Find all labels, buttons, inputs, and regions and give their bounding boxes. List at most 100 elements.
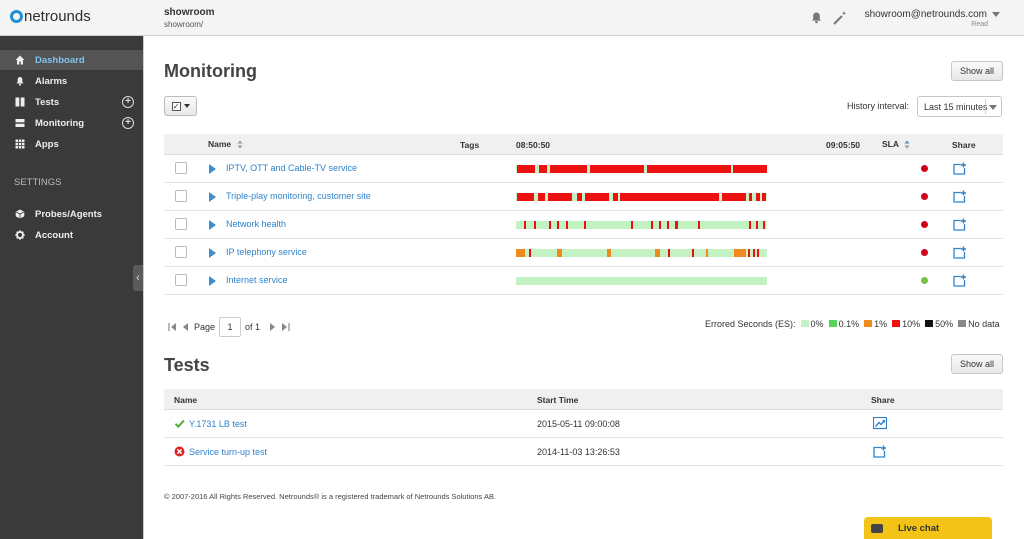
timeline-segment (517, 193, 535, 201)
tests-table-header: Name Start Time Share (164, 389, 1003, 410)
sidebar-item-apps[interactable]: Apps (0, 134, 143, 154)
sidebar-collapse-chevron-left-icon[interactable]: ‹ (133, 265, 143, 291)
live-chat-button[interactable]: Live chat (864, 517, 992, 539)
timeline-segment (526, 221, 535, 229)
sidebar-item-label: Alarms (35, 75, 68, 87)
share-add-icon[interactable] (953, 218, 967, 231)
notifications-bell-icon[interactable] (810, 11, 823, 24)
legend-label: No data (968, 319, 1000, 329)
tests-show-all-button[interactable]: Show all (951, 354, 1003, 374)
sidebar-item-dashboard[interactable]: Dashboard (0, 50, 143, 70)
sort-asc-icon (904, 140, 910, 149)
timeline-segment (558, 221, 566, 229)
table-row[interactable]: Internet service (164, 267, 1003, 295)
expand-triangle-icon[interactable] (209, 220, 216, 230)
user-menu-chevron-down-icon[interactable] (992, 12, 1000, 17)
expand-triangle-icon[interactable] (209, 192, 216, 202)
row-checkbox[interactable] (175, 162, 187, 174)
row-checkbox[interactable] (175, 274, 187, 286)
table-row[interactable]: Network health (164, 211, 1003, 239)
test-name-link[interactable]: Y.1731 LB test (189, 419, 247, 429)
logo-text: netrounds (24, 8, 91, 25)
monitor-name-link[interactable]: Triple-play monitoring, customer site (226, 191, 371, 201)
sidebar-item-monitoring[interactable]: Monitoring + (0, 113, 143, 133)
page-number-input[interactable]: 1 (219, 317, 242, 337)
add-test-plus-icon[interactable]: + (122, 96, 134, 108)
monitor-name-link[interactable]: IPTV, OTT and Cable-TV service (226, 163, 357, 173)
timeline-segment (517, 165, 536, 173)
netrounds-logo[interactable]: netrounds (10, 8, 91, 25)
timeline-segment (734, 249, 746, 257)
chevron-down-icon (989, 105, 997, 110)
row-checkbox[interactable] (175, 246, 187, 258)
sla-status-dot (921, 221, 928, 228)
table-row[interactable]: Service turn-up test 2014-11-03 13:26:53 (164, 438, 1003, 466)
grid-icon (15, 139, 25, 149)
history-interval-select[interactable]: Last 15 minutes (917, 96, 1002, 117)
expand-triangle-icon[interactable] (209, 248, 216, 258)
timeline-segment (708, 249, 734, 257)
workspace-name[interactable]: showroom (164, 7, 215, 18)
monitor-name-link[interactable]: IP telephony service (226, 247, 307, 257)
sidebar-item-label: Probes/Agents (35, 208, 103, 220)
sidebar-item-alarms[interactable]: Alarms (0, 71, 143, 91)
timeline-segment (721, 193, 747, 201)
share-add-icon[interactable] (953, 246, 967, 259)
errored-seconds-timeline[interactable] (516, 221, 767, 229)
timeline-segment (694, 249, 706, 257)
row-checkbox[interactable] (175, 190, 187, 202)
share-add-icon[interactable] (953, 274, 967, 287)
home-icon (15, 55, 25, 65)
select-separator (985, 99, 986, 114)
monitor-name-link[interactable]: Network health (226, 219, 286, 229)
monitoring-table-header: Name Tags 08:50:50 09:05:50 SLA Share (164, 134, 1003, 155)
timeline-segment (536, 221, 549, 229)
share-report-icon[interactable] (873, 417, 887, 430)
bulk-select-dropdown[interactable]: ✓ (164, 96, 197, 116)
sidebar-item-account[interactable]: Account (0, 225, 143, 245)
table-row[interactable]: Y.1731 LB test 2015-05-11 09:00:08 (164, 410, 1003, 438)
timeline-segment (547, 193, 573, 201)
magic-wand-icon[interactable] (832, 10, 848, 25)
timeline-segment (620, 193, 720, 201)
add-monitor-plus-icon[interactable]: + (122, 117, 134, 129)
history-interval-label: History interval: (847, 101, 910, 111)
last-page-icon[interactable] (281, 322, 290, 332)
page-of-label: of 1 (245, 322, 261, 332)
monitoring-show-all-button[interactable]: Show all (951, 61, 1003, 81)
previous-page-icon[interactable] (181, 322, 190, 332)
expand-triangle-icon[interactable] (209, 164, 216, 174)
sla-status-dot (921, 277, 928, 284)
table-row[interactable]: IPTV, OTT and Cable-TV service (164, 155, 1003, 183)
row-checkbox[interactable] (175, 218, 187, 230)
legend-swatch (958, 320, 967, 327)
monitor-name-link[interactable]: Internet service (226, 275, 288, 285)
cube-icon (15, 209, 25, 219)
table-row[interactable]: IP telephony service (164, 239, 1003, 267)
timeline-segment (516, 221, 525, 229)
table-row[interactable]: Triple-play monitoring, customer site (164, 183, 1003, 211)
sidebar-item-label: Tests (35, 96, 60, 108)
first-page-icon[interactable] (168, 322, 177, 332)
cog-icon (15, 230, 25, 240)
sidebar-item-probes-agents[interactable]: Probes/Agents (0, 204, 143, 224)
share-add-icon[interactable] (953, 162, 967, 175)
timeline-segment (562, 249, 607, 257)
timeline-segment (589, 165, 645, 173)
column-name[interactable]: Name (208, 139, 243, 149)
share-add-icon[interactable] (873, 445, 887, 458)
tests-column-start-time: Start Time (537, 395, 579, 405)
next-page-icon[interactable] (268, 322, 277, 332)
expand-triangle-icon[interactable] (209, 276, 216, 286)
errored-seconds-timeline[interactable] (516, 249, 767, 257)
error-circle-icon (174, 446, 185, 457)
sidebar-item-tests[interactable]: Tests + (0, 92, 143, 112)
test-name-link[interactable]: Service turn-up test (189, 447, 267, 457)
column-sla[interactable]: SLA (882, 139, 910, 149)
errored-seconds-timeline[interactable] (516, 193, 767, 201)
errored-seconds-timeline[interactable] (516, 165, 767, 173)
errored-seconds-timeline[interactable] (516, 277, 767, 285)
share-add-icon[interactable] (953, 190, 967, 203)
test-start-time: 2015-05-11 09:00:08 (537, 419, 620, 429)
user-email[interactable]: showroom@netrounds.com (865, 9, 987, 20)
